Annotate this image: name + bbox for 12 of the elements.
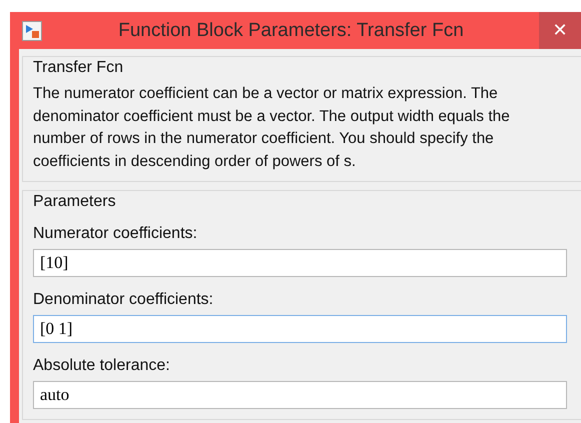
input-field[interactable]: [10] — [33, 249, 567, 277]
field-label: Denominator coefficients: — [33, 291, 214, 309]
field-label: Numerator coefficients: — [33, 225, 198, 243]
group-title: Transfer Fcn — [33, 59, 124, 77]
group-title: Parameters — [33, 193, 117, 211]
input-field[interactable]: auto — [33, 381, 567, 409]
field-label: Absolute tolerance: — [33, 357, 171, 375]
description-text: The numerator coefficient can be a vector or matrix expression. The denominator coefficient must be a vector. The output width equals the number of rows in the numerator coefficient. You should specify the coefficients in descending order of powers of s. — [33, 84, 511, 172]
input-field[interactable]: [0 1] — [33, 315, 567, 343]
close-button[interactable]: ✕ — [539, 12, 581, 49]
window-title: Function Block Parameters: Transfer Fcn — [117, 20, 465, 42]
block-icon — [22, 20, 42, 40]
